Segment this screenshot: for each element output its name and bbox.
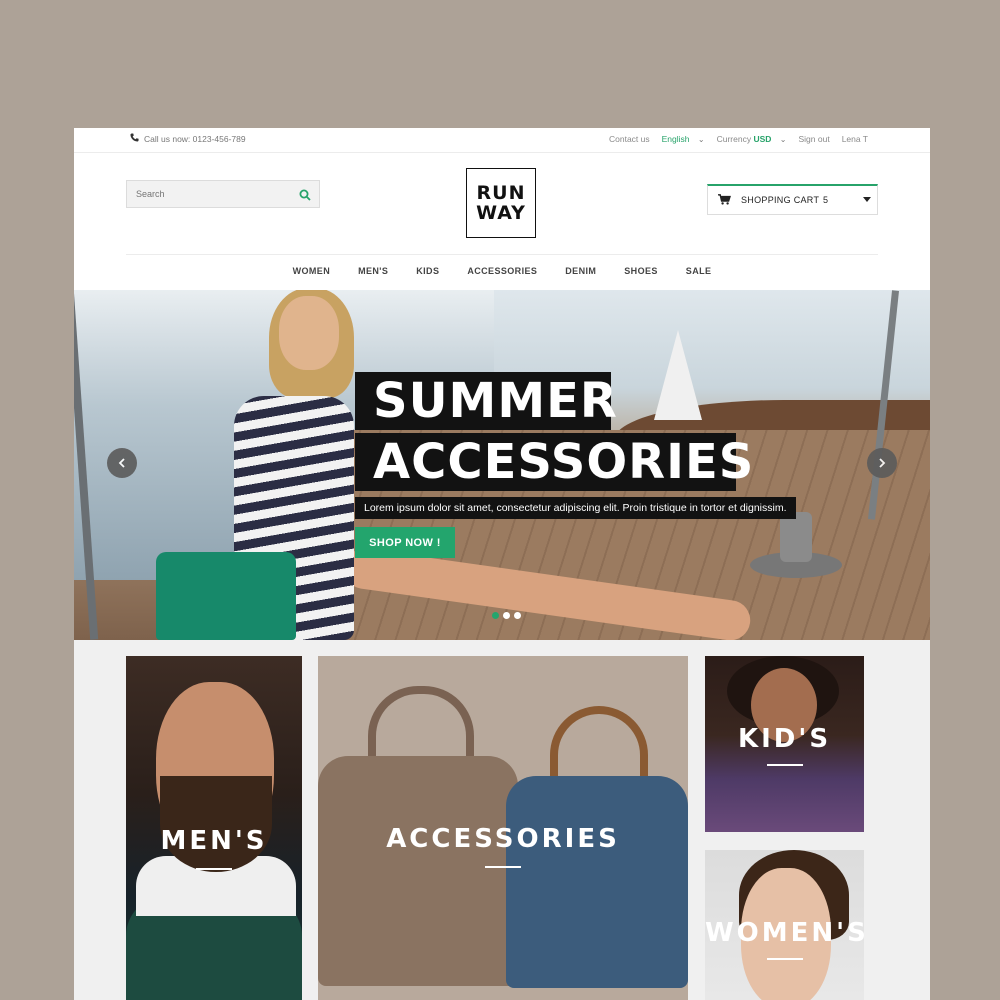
hero-description: Lorem ipsum dolor sit amet, consectetur … bbox=[355, 497, 796, 519]
phone-info: Call us now: 0123-456-789 bbox=[130, 133, 246, 144]
language-select[interactable]: English ⌄ bbox=[662, 134, 705, 144]
shop-now-button[interactable]: SHOP NOW ! bbox=[355, 527, 455, 558]
slider-dot-2[interactable] bbox=[503, 612, 510, 619]
main-nav: WOMEN MEN'S KIDS ACCESSORIES DENIM SHOES… bbox=[74, 266, 930, 276]
currency-value: USD bbox=[753, 134, 772, 144]
category-card-accessories[interactable]: ACCESSORIES bbox=[318, 656, 688, 1000]
slider-dots bbox=[492, 612, 521, 619]
nav-item-accessories[interactable]: ACCESSORIES bbox=[467, 266, 537, 276]
cart-count: 5 bbox=[823, 195, 829, 205]
category-underline bbox=[485, 866, 521, 868]
category-title-mens: MEN'S bbox=[160, 826, 268, 856]
slider-dot-1[interactable] bbox=[492, 612, 499, 619]
chevron-down-icon: ⌄ bbox=[697, 135, 705, 144]
contact-link[interactable]: Contact us bbox=[609, 134, 650, 144]
nav-item-mens[interactable]: MEN'S bbox=[358, 266, 388, 276]
cart-icon bbox=[718, 194, 731, 207]
slider-dot-3[interactable] bbox=[514, 612, 521, 619]
slider-next-button[interactable] bbox=[867, 448, 897, 478]
cart-label: SHOPPING CART bbox=[741, 195, 820, 205]
category-title-womens: WOMEN'S bbox=[705, 918, 864, 948]
category-underline bbox=[196, 868, 232, 870]
category-title-kids: KID'S bbox=[737, 724, 832, 754]
category-grid: MEN'S ACCESSORIES KID'S WOMEN'S bbox=[74, 640, 930, 1000]
category-underline bbox=[766, 958, 803, 960]
store-page: Call us now: 0123-456-789 Contact us Eng… bbox=[74, 128, 930, 1000]
arrow-right-icon bbox=[879, 458, 886, 468]
currency-select[interactable]: Currency USD ⌄ bbox=[717, 134, 787, 144]
user-name[interactable]: Lena T bbox=[842, 134, 868, 144]
arrow-left-icon bbox=[118, 458, 125, 468]
category-title-accessories: ACCESSORIES bbox=[386, 824, 620, 854]
shopping-cart-button[interactable]: SHOPPING CART 5 bbox=[707, 184, 878, 215]
nav-item-women[interactable]: WOMEN bbox=[293, 266, 331, 276]
logo-line-1: RUN bbox=[476, 182, 526, 204]
hero-handbag-image bbox=[156, 552, 296, 640]
hero-bollard bbox=[750, 512, 842, 582]
search-icon[interactable] bbox=[299, 188, 311, 206]
language-value: English bbox=[661, 134, 690, 144]
logo-line-2: WAY bbox=[476, 202, 526, 224]
top-bar: Call us now: 0123-456-789 Contact us Eng… bbox=[74, 128, 930, 153]
nav-item-shoes[interactable]: SHOES bbox=[624, 266, 658, 276]
chevron-down-icon: ⌄ bbox=[779, 135, 787, 144]
hero-sail bbox=[654, 330, 702, 420]
hero-title-line-2: ACCESSORIES bbox=[355, 433, 753, 491]
phone-icon bbox=[130, 133, 139, 144]
category-card-mens[interactable]: MEN'S bbox=[126, 656, 302, 1000]
category-card-kids[interactable]: KID'S bbox=[705, 656, 864, 832]
nav-item-sale[interactable]: SALE bbox=[686, 266, 712, 276]
hero-title-line-1: SUMMER bbox=[355, 372, 617, 430]
slider-prev-button[interactable] bbox=[107, 448, 137, 478]
top-links: Contact us English ⌄ Currency USD ⌄ Sign… bbox=[609, 134, 868, 144]
site-logo[interactable]: RUN WAY bbox=[466, 168, 536, 238]
header-divider bbox=[126, 254, 878, 255]
sign-out-link[interactable]: Sign out bbox=[798, 134, 829, 144]
search-box bbox=[126, 180, 320, 208]
chevron-down-icon bbox=[863, 197, 871, 202]
category-underline bbox=[766, 764, 803, 766]
currency-label: Currency bbox=[716, 134, 752, 144]
nav-item-denim[interactable]: DENIM bbox=[565, 266, 596, 276]
nav-item-kids[interactable]: KIDS bbox=[416, 266, 439, 276]
hero-slider: SUMMER ACCESSORIES Lorem ipsum dolor sit… bbox=[74, 290, 930, 640]
phone-text: Call us now: 0123-456-789 bbox=[144, 133, 246, 144]
search-input[interactable] bbox=[136, 189, 286, 199]
category-card-womens[interactable]: WOMEN'S bbox=[705, 850, 864, 1000]
